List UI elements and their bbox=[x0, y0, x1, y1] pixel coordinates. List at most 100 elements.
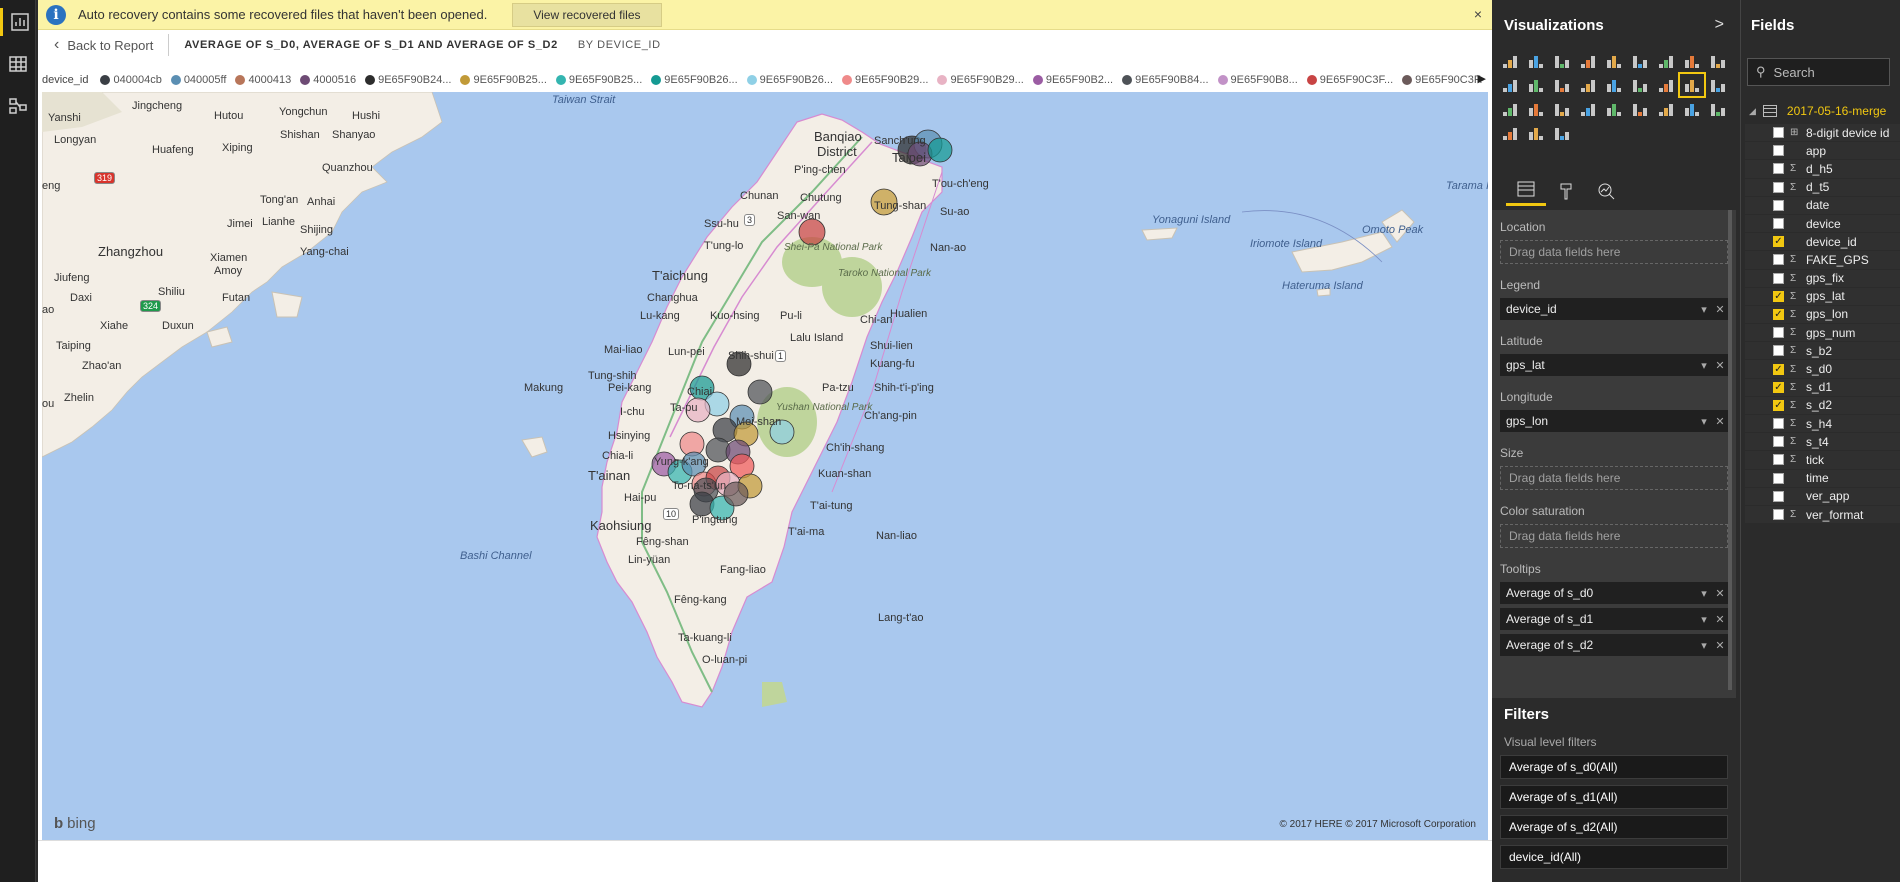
field-checkbox[interactable] bbox=[1773, 181, 1784, 193]
line-chart-icon[interactable] bbox=[1654, 50, 1678, 72]
filled-map-chart-icon[interactable] bbox=[1524, 98, 1548, 120]
tooltip-field[interactable]: Average of s_d2 ▾ ✕ bbox=[1500, 634, 1728, 656]
longitude-well-field[interactable]: gps_lon ▾ ✕ bbox=[1500, 410, 1728, 432]
legend-item[interactable]: 9E65F90B84... bbox=[1122, 74, 1209, 86]
stacked-column-chart-icon[interactable] bbox=[1524, 50, 1548, 72]
legend-item[interactable]: 9E65F90B26... bbox=[746, 74, 833, 86]
stacked-bar-chart-icon[interactable] bbox=[1498, 50, 1522, 72]
legend-item[interactable]: 9E65F90B29... bbox=[937, 74, 1024, 86]
field-checkbox[interactable] bbox=[1773, 199, 1784, 211]
field-checkbox[interactable]: ✓ bbox=[1773, 290, 1784, 302]
field-row[interactable]: ✓ Σs_d0 bbox=[1745, 360, 1900, 379]
data-view-icon[interactable] bbox=[4, 50, 32, 78]
field-row[interactable]: ✓ device_id bbox=[1745, 233, 1900, 252]
area-chart-icon[interactable] bbox=[1680, 50, 1704, 72]
fields-tab-icon[interactable] bbox=[1506, 176, 1546, 206]
field-row[interactable]: ver_app bbox=[1745, 487, 1900, 506]
slicer-chart-icon[interactable] bbox=[1680, 98, 1704, 120]
table-node[interactable]: ◢ 2017-05-16-merge bbox=[1741, 104, 1900, 118]
donut-chart-icon[interactable] bbox=[1706, 98, 1730, 120]
report-view-icon[interactable] bbox=[0, 8, 36, 36]
field-checkbox[interactable]: ✓ bbox=[1773, 363, 1784, 375]
field-checkbox[interactable] bbox=[1773, 327, 1784, 339]
location-well-drop[interactable]: Drag data fields here bbox=[1500, 240, 1728, 264]
line-clustered-chart-icon[interactable] bbox=[1524, 74, 1548, 96]
field-row[interactable]: Σ FAKE_GPS bbox=[1745, 251, 1900, 270]
tooltip-field[interactable]: Average of s_d1 ▾ ✕ bbox=[1500, 608, 1728, 630]
multi-row-card-chart-icon[interactable] bbox=[1602, 98, 1626, 120]
matrix-chart-icon[interactable] bbox=[1498, 98, 1522, 120]
field-checkbox[interactable] bbox=[1773, 218, 1784, 230]
field-row[interactable]: Σs_h4 bbox=[1745, 415, 1900, 434]
field-row[interactable]: Σgps_fix bbox=[1745, 269, 1900, 288]
field-row[interactable]: ✓ Σs_d1 bbox=[1745, 378, 1900, 397]
map-bubble[interactable] bbox=[723, 481, 749, 507]
analytics-tab-icon[interactable] bbox=[1586, 176, 1626, 206]
clustered-column-chart-icon[interactable] bbox=[1576, 50, 1600, 72]
field-checkbox[interactable]: ✓ bbox=[1773, 399, 1784, 411]
map-visual[interactable]: Taiwan Strait Jingcheng Yongchun Hutou Hushi… bbox=[42, 92, 1488, 840]
filter-card[interactable]: device_id(All) bbox=[1500, 845, 1728, 869]
stacked-area-chart-icon[interactable] bbox=[1706, 50, 1730, 72]
field-checkbox[interactable]: ✓ bbox=[1773, 381, 1784, 393]
kpi-chart-icon[interactable] bbox=[1654, 98, 1678, 120]
100pct-bar-chart-icon[interactable] bbox=[1602, 50, 1626, 72]
remove-icon[interactable]: ✕ bbox=[1712, 613, 1728, 626]
remove-icon[interactable]: ✕ bbox=[1712, 639, 1728, 652]
filter-card[interactable]: Average of s_d0(All) bbox=[1500, 755, 1728, 779]
legend-item[interactable]: 9E65F90B25... bbox=[460, 74, 547, 86]
chevron-down-icon[interactable]: ▾ bbox=[1696, 303, 1712, 316]
field-row[interactable]: ✓ Σgps_lon bbox=[1745, 305, 1900, 325]
legend-item[interactable]: 9E65F90B26... bbox=[651, 74, 738, 86]
chevron-down-icon[interactable]: ▾ bbox=[1696, 639, 1712, 652]
chevron-down-icon[interactable]: ▾ bbox=[1696, 613, 1712, 626]
field-checkbox[interactable] bbox=[1773, 254, 1784, 266]
remove-icon[interactable]: ✕ bbox=[1712, 303, 1728, 316]
field-row[interactable]: Σs_b2 bbox=[1745, 342, 1900, 361]
map-chart-icon[interactable] bbox=[1678, 72, 1706, 98]
remove-icon[interactable]: ✕ bbox=[1712, 587, 1728, 600]
pie-chart-icon[interactable] bbox=[1628, 74, 1652, 96]
size-well-drop[interactable]: Drag data fields here bbox=[1500, 466, 1728, 490]
field-row[interactable]: ✓ Σs_d2 bbox=[1745, 396, 1900, 415]
legend-well-field[interactable]: device_id ▾ ✕ bbox=[1500, 298, 1728, 320]
legend-item[interactable]: 040005ff bbox=[170, 74, 226, 86]
field-checkbox[interactable] bbox=[1773, 436, 1784, 448]
treemap-chart-icon[interactable] bbox=[1654, 74, 1678, 96]
field-row[interactable]: ✓ Σgps_lat bbox=[1745, 287, 1900, 306]
collapse-pane-icon[interactable]: > bbox=[1715, 16, 1724, 34]
globe-chart-icon[interactable] bbox=[1524, 122, 1548, 144]
clustered-bar-chart-icon[interactable] bbox=[1550, 50, 1574, 72]
field-row[interactable]: Σver_format bbox=[1745, 505, 1900, 525]
latitude-well-field[interactable]: gps_lat ▾ ✕ bbox=[1500, 354, 1728, 376]
back-to-report-button[interactable]: ‹ Back to Report bbox=[54, 36, 153, 54]
field-row[interactable]: time bbox=[1745, 469, 1900, 488]
field-row[interactable]: Σs_t4 bbox=[1745, 433, 1900, 452]
remove-icon[interactable]: ✕ bbox=[1712, 359, 1728, 372]
card-chart-icon[interactable] bbox=[1628, 98, 1652, 120]
legend-item[interactable]: 9E65F90B24... bbox=[365, 74, 451, 86]
chevron-down-icon[interactable]: ▾ bbox=[1696, 359, 1712, 372]
field-checkbox[interactable] bbox=[1773, 127, 1784, 139]
legend-item[interactable]: 9E65F90B29... bbox=[842, 74, 928, 86]
fields-search-input[interactable]: ⚲ Search bbox=[1747, 58, 1890, 86]
legend-item[interactable]: 9E65F90B25... bbox=[555, 74, 642, 86]
table-chart-icon[interactable] bbox=[1706, 74, 1730, 96]
tooltip-field[interactable]: Average of s_d0 ▾ ✕ bbox=[1500, 582, 1728, 604]
chevron-down-icon[interactable]: ▾ bbox=[1696, 415, 1712, 428]
legend-item[interactable]: 9E65F90C3F... bbox=[1402, 74, 1482, 86]
view-recovered-files-button[interactable]: View recovered files bbox=[512, 2, 662, 27]
100pct-column-chart-icon[interactable] bbox=[1628, 50, 1652, 72]
field-row[interactable]: Σd_h5 bbox=[1745, 160, 1900, 179]
more-chart-icon[interactable] bbox=[1550, 122, 1574, 144]
field-row[interactable]: device bbox=[1745, 214, 1900, 234]
field-row[interactable]: ⊞ 8-digit device id bbox=[1745, 124, 1900, 143]
remove-icon[interactable]: ✕ bbox=[1712, 415, 1728, 428]
field-checkbox[interactable] bbox=[1773, 272, 1784, 284]
field-checkbox[interactable] bbox=[1773, 472, 1784, 484]
legend-item[interactable]: 9E65F90B2... bbox=[1032, 74, 1113, 86]
field-row[interactable]: Σgps_num bbox=[1745, 324, 1900, 343]
legend-item[interactable]: 040004cb bbox=[100, 74, 162, 86]
legend-next-arrow-icon[interactable]: ▶ bbox=[1478, 72, 1486, 85]
legend-item[interactable]: 9E65F90B8... bbox=[1217, 74, 1298, 86]
